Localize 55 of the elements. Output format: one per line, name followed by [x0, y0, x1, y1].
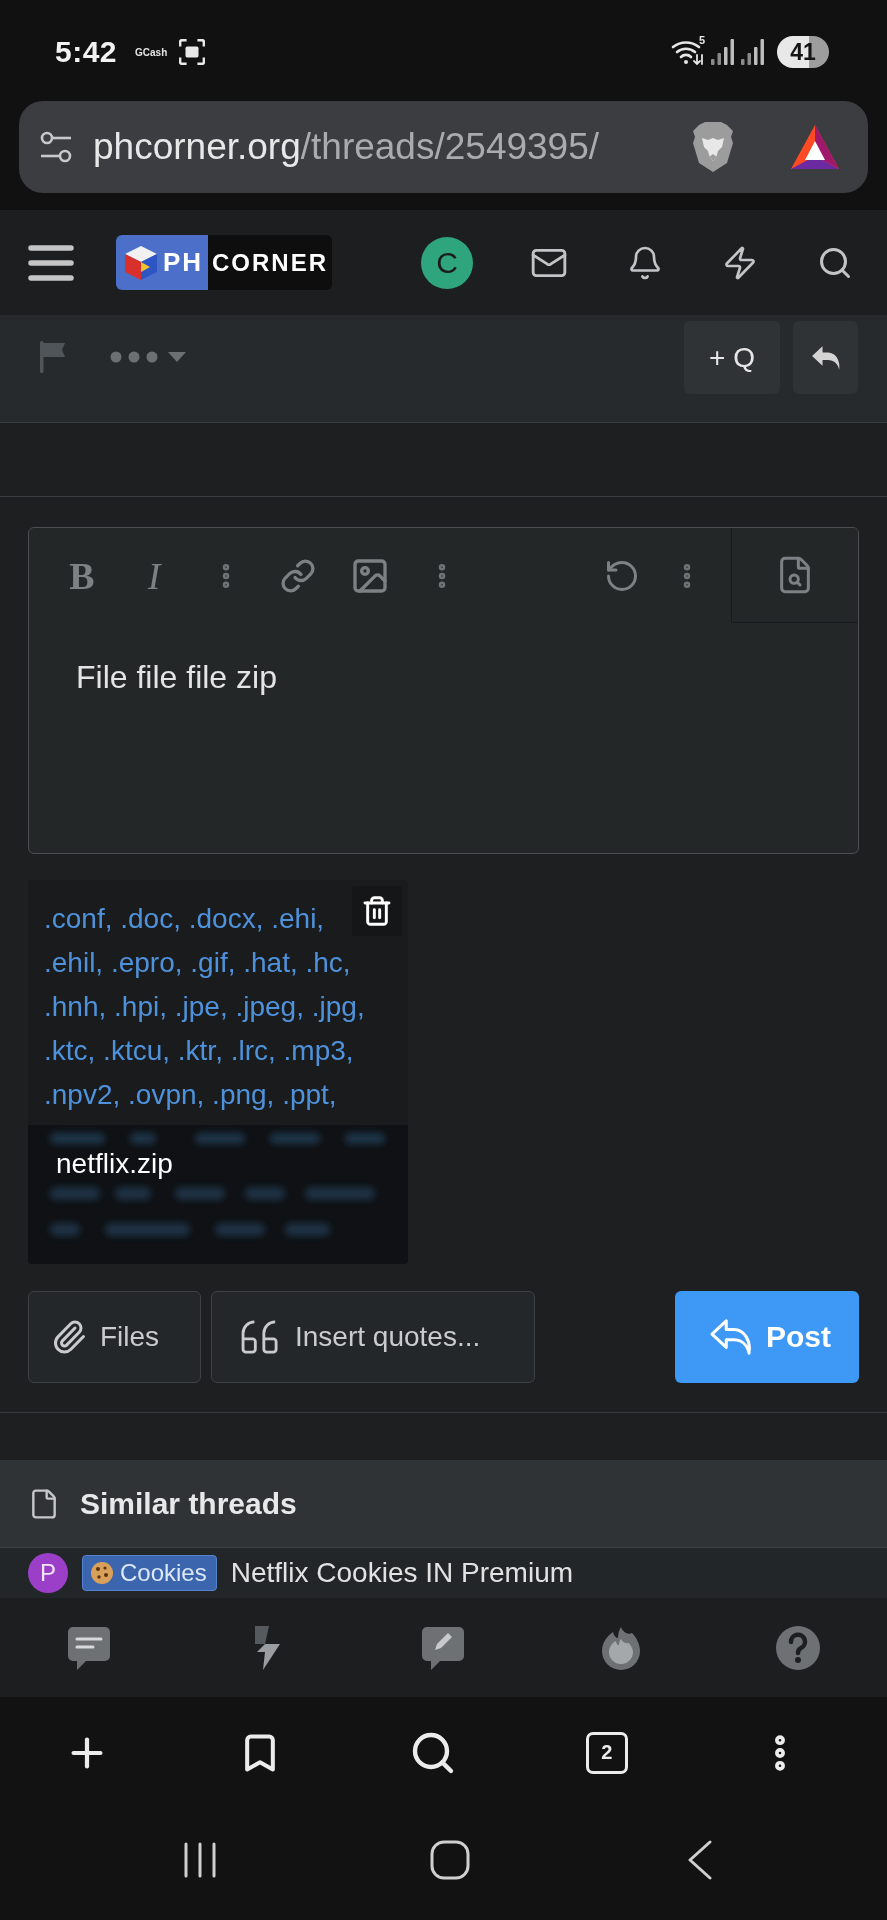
preview-text-line: .npv2, .ovpn, .png, .ppt,: [44, 1078, 337, 1112]
site-logo[interactable]: PH CORNER: [116, 235, 332, 290]
section-title: Similar threads: [80, 1486, 297, 1521]
site-settings-icon[interactable]: [39, 130, 73, 164]
logo-text: CORNER: [212, 248, 328, 277]
triangle-logo-icon[interactable]: [790, 124, 840, 170]
trash-icon: [361, 895, 393, 927]
cookie-icon: [90, 1561, 114, 1585]
thread-title-link[interactable]: Netflix Cookies IN Premium: [230, 1557, 574, 1589]
message-field[interactable]: File file file zip: [29, 623, 858, 853]
signal-icon: [711, 39, 735, 65]
lion-shield-icon[interactable]: [691, 121, 735, 173]
preview-text-line: .conf, .doc, .docx, .ehi,: [44, 902, 325, 936]
reply-button[interactable]: [793, 321, 858, 394]
reply-icon: [709, 1318, 753, 1356]
recent-apps-icon[interactable]: [183, 1842, 217, 1878]
bell-icon[interactable]: [627, 244, 663, 281]
user-avatar[interactable]: C: [421, 236, 473, 289]
signal-icon: [741, 39, 765, 65]
delete-button[interactable]: [352, 886, 402, 936]
attachment-card[interactable]: .conf, .doc, .docx, .ehi, .ehil, .epro, .gif, .hat, .hc, .hnh, .hpi, .jpe, .jpeg, .jpg, .ktc, .ktcu, .ktr, .lrc, .mp3, .npv2, .ovpn, .png, .ppt, netflix.zip: [28, 880, 408, 1264]
wifi-icon: [670, 38, 705, 66]
attachment-filename: netflix.zip: [56, 1149, 173, 1179]
back-icon[interactable]: [688, 1840, 712, 1880]
help-icon[interactable]: [775, 1624, 822, 1671]
user-avatar[interactable]: P: [28, 1553, 68, 1593]
cube-icon: [124, 244, 158, 281]
paperclip-icon: [51, 1319, 87, 1355]
preview-button[interactable]: [731, 528, 858, 623]
attach-files-button[interactable]: Files: [28, 1291, 201, 1383]
insert-quotes-button[interactable]: Insert quotes...: [211, 1291, 535, 1383]
preview-text-line: .hnh, .hpi, .jpe, .jpeg, .jpg,: [44, 990, 365, 1024]
address-bar[interactable]: phcorner.org/threads/2549395/: [19, 101, 868, 193]
menu-icon[interactable]: [28, 244, 74, 281]
home-icon[interactable]: [430, 1840, 470, 1880]
url-text[interactable]: phcorner.org/threads/2549395/: [93, 126, 600, 168]
more-icon[interactable]: [110, 351, 158, 363]
battery-indicator: 41: [777, 36, 829, 68]
preview-text-line: .ktc, .ktcu, .ktr, .lrc, .mp3,: [44, 1034, 354, 1068]
screenshot-icon: [179, 39, 206, 65]
bolt-icon[interactable]: [722, 244, 758, 281]
link-icon[interactable]: [280, 557, 316, 594]
notification-label: GCash: [135, 46, 168, 58]
italic-button[interactable]: I: [143, 556, 165, 595]
chat-bubble-icon[interactable]: [65, 1624, 112, 1671]
tab-count[interactable]: 2: [585, 1731, 628, 1774]
preview-text-line: .ehil, .epro, .gif, .hat, .hc,: [44, 946, 351, 980]
edit-bubble-icon[interactable]: [420, 1624, 467, 1671]
caret-icon[interactable]: [168, 352, 186, 362]
multi-quote-button[interactable]: + Q: [684, 321, 780, 394]
bold-button[interactable]: B: [65, 556, 99, 595]
logo-text: PH: [163, 247, 204, 278]
wifi-band-label: 5: [698, 34, 705, 46]
status-time: 5:42: [55, 35, 118, 69]
prefix-tag[interactable]: Cookies: [82, 1555, 217, 1591]
